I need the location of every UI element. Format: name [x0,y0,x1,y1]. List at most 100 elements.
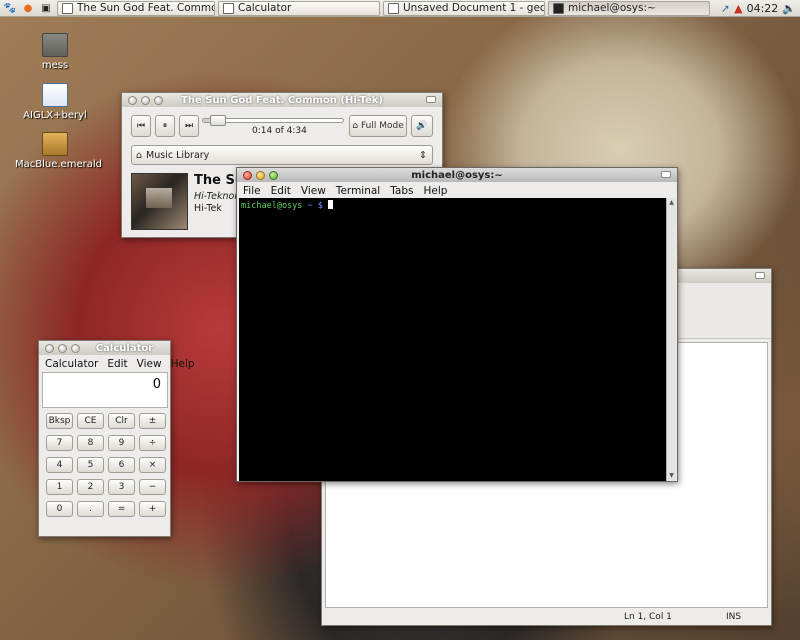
terminal-task-icon [553,2,564,14]
maximize-icon[interactable] [269,170,278,180]
calc-key-equals[interactable]: = [108,501,135,517]
desktop-icon-mess[interactable]: mess [15,33,95,71]
player-task-icon [62,2,73,14]
pause-button[interactable]: ⏸ [155,115,175,137]
shade-icon[interactable] [661,171,671,178]
terminal-scrollbar[interactable]: ▲ ▼ [666,198,676,481]
previous-icon: ⏮ [136,121,146,131]
menu-file[interactable]: File [243,185,261,197]
player-titlebar[interactable]: The Sun God Feat. Common (Hi-Tek) [122,93,442,107]
full-mode-icon: ⌂ [352,121,358,131]
task-terminal[interactable]: michael@osys:~ [548,0,710,16]
calc-key-4[interactable]: 4 [46,457,73,473]
library-icon: ⌂ [136,149,143,161]
menu-edit[interactable]: Edit [271,185,291,197]
calc-key-5[interactable]: 5 [77,457,104,473]
calc-key-7[interactable]: 7 [46,435,73,451]
calc-key-clear[interactable]: Clr [108,413,135,429]
close-icon[interactable] [243,170,252,180]
terminal-titlebar[interactable]: michael@osys:~ [237,168,677,182]
desktop-icon-label: mess [41,60,69,71]
calculator-display: 0 [42,372,168,408]
seek-slider[interactable] [202,115,344,126]
menu-terminal[interactable]: Terminal [336,185,380,197]
desktop-icon-macblue[interactable]: MacBlue.emerald [15,132,102,170]
scroll-up-icon[interactable]: ▲ [667,198,676,208]
calc-key-plus-minus[interactable]: ± [139,413,166,429]
calc-key-backspace[interactable]: Bksp [46,413,73,429]
system-tray: ➚ ▲ 04:22 🔈 [721,0,800,17]
full-mode-label: Full Mode [360,121,404,131]
terminal-launcher-icon[interactable]: ▣ [38,1,54,15]
menu-help[interactable]: Help [423,185,447,197]
update-icon[interactable]: ▲ [734,2,742,15]
calc-key-9[interactable]: 9 [108,435,135,451]
task-calculator[interactable]: Calculator [218,0,380,16]
desktop-icon-aiglx[interactable]: AIGLX+beryl [15,83,95,121]
task-player-label: The Sun God Feat. Common (Hi-T... [77,2,214,14]
minimize-icon[interactable] [58,343,67,353]
main-menu-icon[interactable]: 🐾 [2,1,18,15]
calc-key-subtract[interactable]: − [139,479,166,495]
desktop-icon-label: AIGLX+beryl [23,110,87,121]
menu-help[interactable]: Help [171,358,195,370]
maximize-icon[interactable] [154,95,163,105]
calc-key-add[interactable]: + [139,501,166,517]
scroll-down-icon[interactable]: ▼ [667,471,676,481]
close-icon[interactable] [45,343,54,353]
network-icon[interactable]: ➚ [721,2,730,15]
menu-edit[interactable]: Edit [107,358,127,370]
terminal-title: michael@osys:~ [411,169,503,181]
speaker-icon: 🔊 [416,121,428,131]
terminal-screen[interactable]: michael@osys ~ $ [239,198,667,481]
terminal-menubar: File Edit View Terminal Tabs Help [237,182,677,199]
minimize-icon[interactable] [256,170,265,180]
folder-icon [42,33,68,57]
menu-calculator[interactable]: Calculator [45,358,98,370]
shade-icon[interactable] [755,272,765,279]
calc-key-2[interactable]: 2 [77,479,104,495]
maximize-icon[interactable] [71,343,80,353]
calc-key-clear-entry[interactable]: CE [77,413,104,429]
player-title: The Sun God Feat. Common (Hi-Tek) [181,94,383,106]
task-gedit[interactable]: Unsaved Document 1 - gedit [383,0,545,16]
gedit-task-icon [388,2,399,14]
terminal-prompt-tail: ~ $ [307,201,323,211]
desktop-icon-label: MacBlue.emerald [15,159,102,170]
firefox-launcher-icon[interactable]: ● [20,1,36,15]
album-cover [131,173,188,230]
song-artist: Hi-Tek [194,203,222,214]
next-button[interactable]: ⏭ [179,115,199,137]
calc-key-3[interactable]: 3 [108,479,135,495]
source-selector[interactable]: ⌂ Music Library ⇕ [131,145,433,165]
task-player[interactable]: The Sun God Feat. Common (Hi-T... [57,0,215,16]
calculator-titlebar[interactable]: Calculator [39,341,170,355]
shade-icon[interactable] [426,96,436,103]
menu-tabs[interactable]: Tabs [390,185,413,197]
task-calculator-label: Calculator [238,2,292,14]
calc-key-1[interactable]: 1 [46,479,73,495]
next-icon: ⏭ [184,121,194,131]
calc-key-0[interactable]: 0 [46,501,73,517]
volume-button[interactable]: 🔊 [411,115,433,137]
seek-fill [203,119,210,122]
close-icon[interactable] [128,95,137,105]
calc-key-8[interactable]: 8 [77,435,104,451]
calc-key-multiply[interactable]: × [139,457,166,473]
minimize-icon[interactable] [141,95,150,105]
menu-view[interactable]: View [301,185,326,197]
calculator-menubar: Calculator Edit View Help [39,355,195,372]
calc-key-decimal[interactable]: . [77,501,104,517]
volume-icon[interactable]: 🔈 [782,2,796,15]
seek-handle[interactable] [210,115,226,126]
full-mode-button[interactable]: ⌂ Full Mode [349,115,407,137]
script-icon [42,83,68,107]
calculator-task-icon [223,2,234,14]
calc-key-6[interactable]: 6 [108,457,135,473]
calc-key-divide[interactable]: ÷ [139,435,166,451]
menu-view[interactable]: View [137,358,162,370]
previous-button[interactable]: ⏮ [131,115,151,137]
elapsed-time: 0:14 of 4:34 [252,126,307,136]
top-panel: 🐾 ● ▣ The Sun God Feat. Common (Hi-T... … [0,0,800,17]
clock[interactable]: 04:22 [747,2,779,15]
